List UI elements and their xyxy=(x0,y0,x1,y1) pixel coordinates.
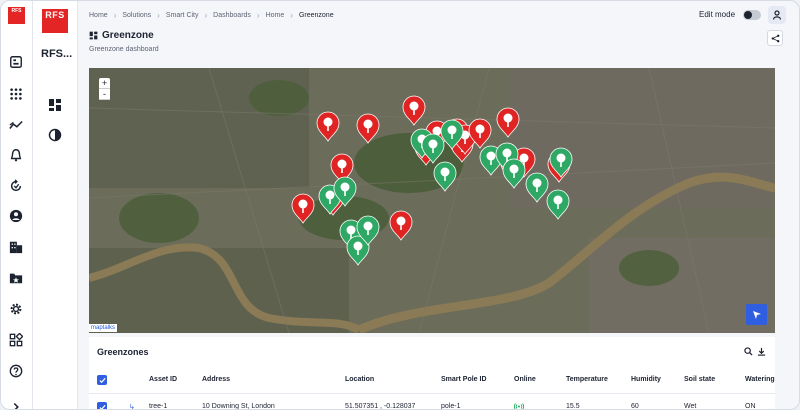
account-icon[interactable] xyxy=(8,208,24,224)
sync-icon[interactable] xyxy=(8,178,24,194)
table-header-row: Asset ID Address Location Smart Pole ID … xyxy=(89,374,775,388)
check-icon xyxy=(98,404,106,409)
select-all-checkbox[interactable] xyxy=(97,375,107,385)
chevron-right-icon: › xyxy=(204,11,208,20)
analytics-icon[interactable] xyxy=(8,117,24,133)
breadcrumb-dashboards[interactable]: Dashboards xyxy=(213,12,251,19)
cell-asset-id: tree-1 xyxy=(149,403,168,410)
sub-row-arrow-icon: ↳ xyxy=(129,404,135,410)
table-title: Greenzones xyxy=(97,347,149,357)
zoom-control: + - xyxy=(99,78,110,100)
cell-location: 51.507351 , -0.128037 xyxy=(345,403,416,410)
starred-folder-icon[interactable] xyxy=(8,270,24,286)
cell-temperature: 15.5 xyxy=(566,403,580,410)
share-icon xyxy=(771,34,779,42)
column-temperature[interactable]: Temperature xyxy=(566,376,608,383)
breadcrumb-solutions[interactable]: Solutions xyxy=(122,12,151,19)
settings-gear-icon[interactable] xyxy=(8,301,24,317)
main-content: Home › Solutions › Smart City › Dashboar… xyxy=(78,1,799,410)
expand-chevron-icon[interactable] xyxy=(8,399,24,409)
cell-address: 10 Downing St, London xyxy=(202,403,275,410)
cell-soil-state: Wet xyxy=(684,403,697,410)
dashboard-layout-icon[interactable] xyxy=(48,98,62,112)
map-attribution[interactable]: maptalks xyxy=(89,324,118,332)
greenzone-map[interactable]: + - maptalks xyxy=(89,68,775,333)
alarm-bell-icon[interactable] xyxy=(8,147,24,163)
cell-pole-id: pole-1 xyxy=(441,403,461,410)
column-soil-state[interactable]: Soil state xyxy=(684,376,715,383)
icon-rail: RFS xyxy=(1,1,33,409)
column-location[interactable]: Location xyxy=(345,376,374,383)
help-icon[interactable] xyxy=(8,363,24,379)
chevron-right-icon: › xyxy=(157,11,160,20)
page-title: Greenzone xyxy=(89,30,154,41)
breadcrumb-smart-city[interactable]: Smart City xyxy=(166,12,199,19)
header-divider xyxy=(89,393,775,394)
rfs-logo[interactable]: RFS xyxy=(42,9,68,33)
check-icon xyxy=(98,377,106,383)
navigation-arrow-icon xyxy=(752,310,761,319)
online-signal-icon xyxy=(513,403,525,409)
chevron-right-icon: › xyxy=(290,11,293,20)
edit-mode-label: Edit mode xyxy=(699,10,736,19)
widgets-icon[interactable] xyxy=(8,332,24,348)
breadcrumb: Home › Solutions › Smart City › Dashboar… xyxy=(89,11,334,20)
greenzones-table-panel: Greenzones Asset ID Address Location Sma… xyxy=(89,337,775,410)
locate-button[interactable] xyxy=(746,304,767,325)
satellite-map-tiles xyxy=(89,68,775,333)
cell-watering: ON xyxy=(745,403,756,410)
app-window: RFS RFS RFS... Home › Solutions › Smart … xyxy=(0,0,800,410)
toggle-knob xyxy=(744,11,752,19)
share-button[interactable] xyxy=(767,30,783,46)
page-subtitle: Greenzone dashboard xyxy=(89,46,159,53)
row-checkbox[interactable] xyxy=(97,402,107,409)
cell-humidity: 60 xyxy=(631,403,639,410)
table-tools xyxy=(744,347,766,356)
chevron-right-icon: › xyxy=(256,11,260,20)
buildings-icon[interactable] xyxy=(8,239,24,255)
zoom-in-button[interactable]: + xyxy=(99,78,110,89)
download-icon[interactable] xyxy=(757,347,766,356)
app-name: RFS... xyxy=(41,48,73,60)
column-watering[interactable]: Watering xyxy=(745,376,775,383)
page-title-text: Greenzone xyxy=(102,30,154,41)
apps-grid-icon[interactable] xyxy=(8,86,24,102)
table-row[interactable]: ↳ tree-1 10 Downing St, London 51.507351… xyxy=(89,401,775,410)
theme-contrast-icon[interactable] xyxy=(48,128,62,142)
column-online[interactable]: Online xyxy=(514,376,536,383)
dashboard-icon[interactable] xyxy=(8,54,24,70)
column-address[interactable]: Address xyxy=(202,376,230,383)
chevron-right-icon: › xyxy=(113,11,117,20)
column-asset-id[interactable]: Asset ID xyxy=(149,376,177,383)
zoom-out-button[interactable]: - xyxy=(99,89,110,100)
user-icon xyxy=(772,10,782,20)
rfs-logo-small[interactable]: RFS xyxy=(8,7,25,24)
search-icon[interactable] xyxy=(744,347,753,356)
column-smart-pole-id[interactable]: Smart Pole ID xyxy=(441,376,487,383)
user-menu-button[interactable] xyxy=(768,6,786,24)
dashboard-sidebar: RFS RFS... xyxy=(33,1,78,409)
column-humidity[interactable]: Humidity xyxy=(631,376,661,383)
breadcrumb-home[interactable]: Home xyxy=(89,12,108,19)
dashboard-layout-icon xyxy=(89,31,98,40)
breadcrumb-home-2[interactable]: Home xyxy=(266,12,285,19)
breadcrumb-current: Greenzone xyxy=(298,12,334,19)
edit-mode-toggle[interactable] xyxy=(743,10,761,20)
